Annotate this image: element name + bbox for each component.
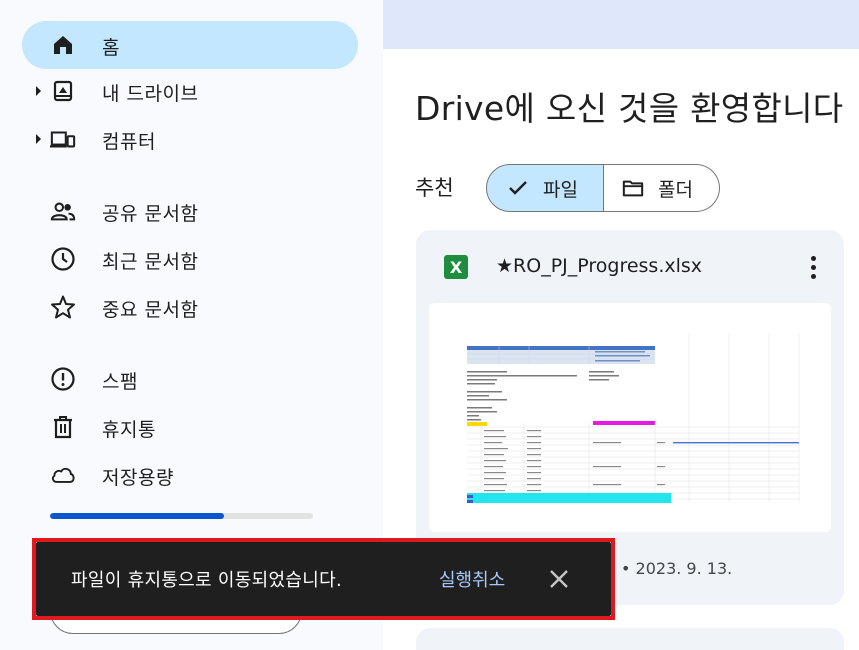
sidebar-item-label: 휴지통 <box>102 419 156 441</box>
clock-icon <box>50 246 76 272</box>
cloud-icon <box>50 462 76 488</box>
folder-icon <box>622 177 644 199</box>
undo-button[interactable]: 실행취소 <box>439 566 505 592</box>
file-card-header: X ★RO_PJ_Progress.xlsx <box>416 230 844 302</box>
spam-icon <box>50 366 76 392</box>
sidebar-item-label: 홈 <box>102 37 120 59</box>
sidebar-item-label: 중요 문서함 <box>102 299 199 321</box>
file-name: ★RO_PJ_Progress.xlsx <box>496 255 703 277</box>
filter-chip-group: 파일 폴더 <box>486 164 720 212</box>
sidebar-item-label: 컴퓨터 <box>102 131 156 153</box>
sidebar-item-label: 스팸 <box>102 371 138 393</box>
page-title: Drive에 오신 것을 환영합니다 <box>415 89 844 128</box>
sidebar-item-label: 공유 문서함 <box>102 203 199 225</box>
shared-people-icon <box>50 198 76 224</box>
file-card[interactable] <box>416 628 844 650</box>
close-icon[interactable] <box>547 567 571 591</box>
spreadsheet-preview-image <box>467 333 800 503</box>
sidebar-item-label: 최근 문서함 <box>102 251 199 273</box>
expand-arrow-icon[interactable] <box>36 134 41 144</box>
more-actions-icon[interactable] <box>803 252 823 282</box>
file-thumbnail <box>429 303 831 532</box>
snackbar: 파일이 휴지통으로 이동되었습니다. 실행취소 <box>36 542 611 616</box>
sidebar-item-label: 저장용량 <box>102 467 174 489</box>
recommended-label: 추천 <box>415 176 454 200</box>
expand-arrow-icon[interactable] <box>36 86 41 96</box>
sidebar-item-recent[interactable]: 최근 문서함 <box>22 235 358 283</box>
storage-progress-bar <box>50 513 313 519</box>
my-drive-icon <box>50 78 76 104</box>
sidebar-item-label: 내 드라이브 <box>102 83 199 105</box>
sidebar-item-shared[interactable]: 공유 문서함 <box>22 187 358 235</box>
folders-filter-chip[interactable]: 폴더 <box>604 164 720 212</box>
star-icon <box>50 294 76 320</box>
sidebar-item-spam[interactable]: 스팸 <box>22 355 358 403</box>
sidebar-item-starred[interactable]: 중요 문서함 <box>22 283 358 331</box>
sidebar-item-home[interactable]: 홈 <box>22 21 358 69</box>
snackbar-message: 파일이 휴지통으로 이동되었습니다. <box>71 570 342 591</box>
search-header-band <box>383 0 859 49</box>
sidebar-item-storage[interactable]: 저장용량 <box>22 451 358 499</box>
excel-file-icon: X <box>444 255 468 279</box>
storage-progress-fill <box>50 513 224 519</box>
trash-icon <box>50 414 76 440</box>
file-modified-date: • 2023. 9. 13. <box>621 559 733 578</box>
chip-label: 파일 <box>543 178 578 201</box>
files-filter-chip[interactable]: 파일 <box>486 164 604 212</box>
chip-label: 폴더 <box>658 178 693 201</box>
home-icon <box>50 32 76 58</box>
computers-icon <box>50 126 76 152</box>
check-icon <box>507 177 529 199</box>
sidebar-item-computers[interactable]: 컴퓨터 <box>22 115 358 163</box>
sidebar-item-trash[interactable]: 휴지통 <box>22 403 358 451</box>
sidebar-item-my-drive[interactable]: 내 드라이브 <box>22 67 358 115</box>
